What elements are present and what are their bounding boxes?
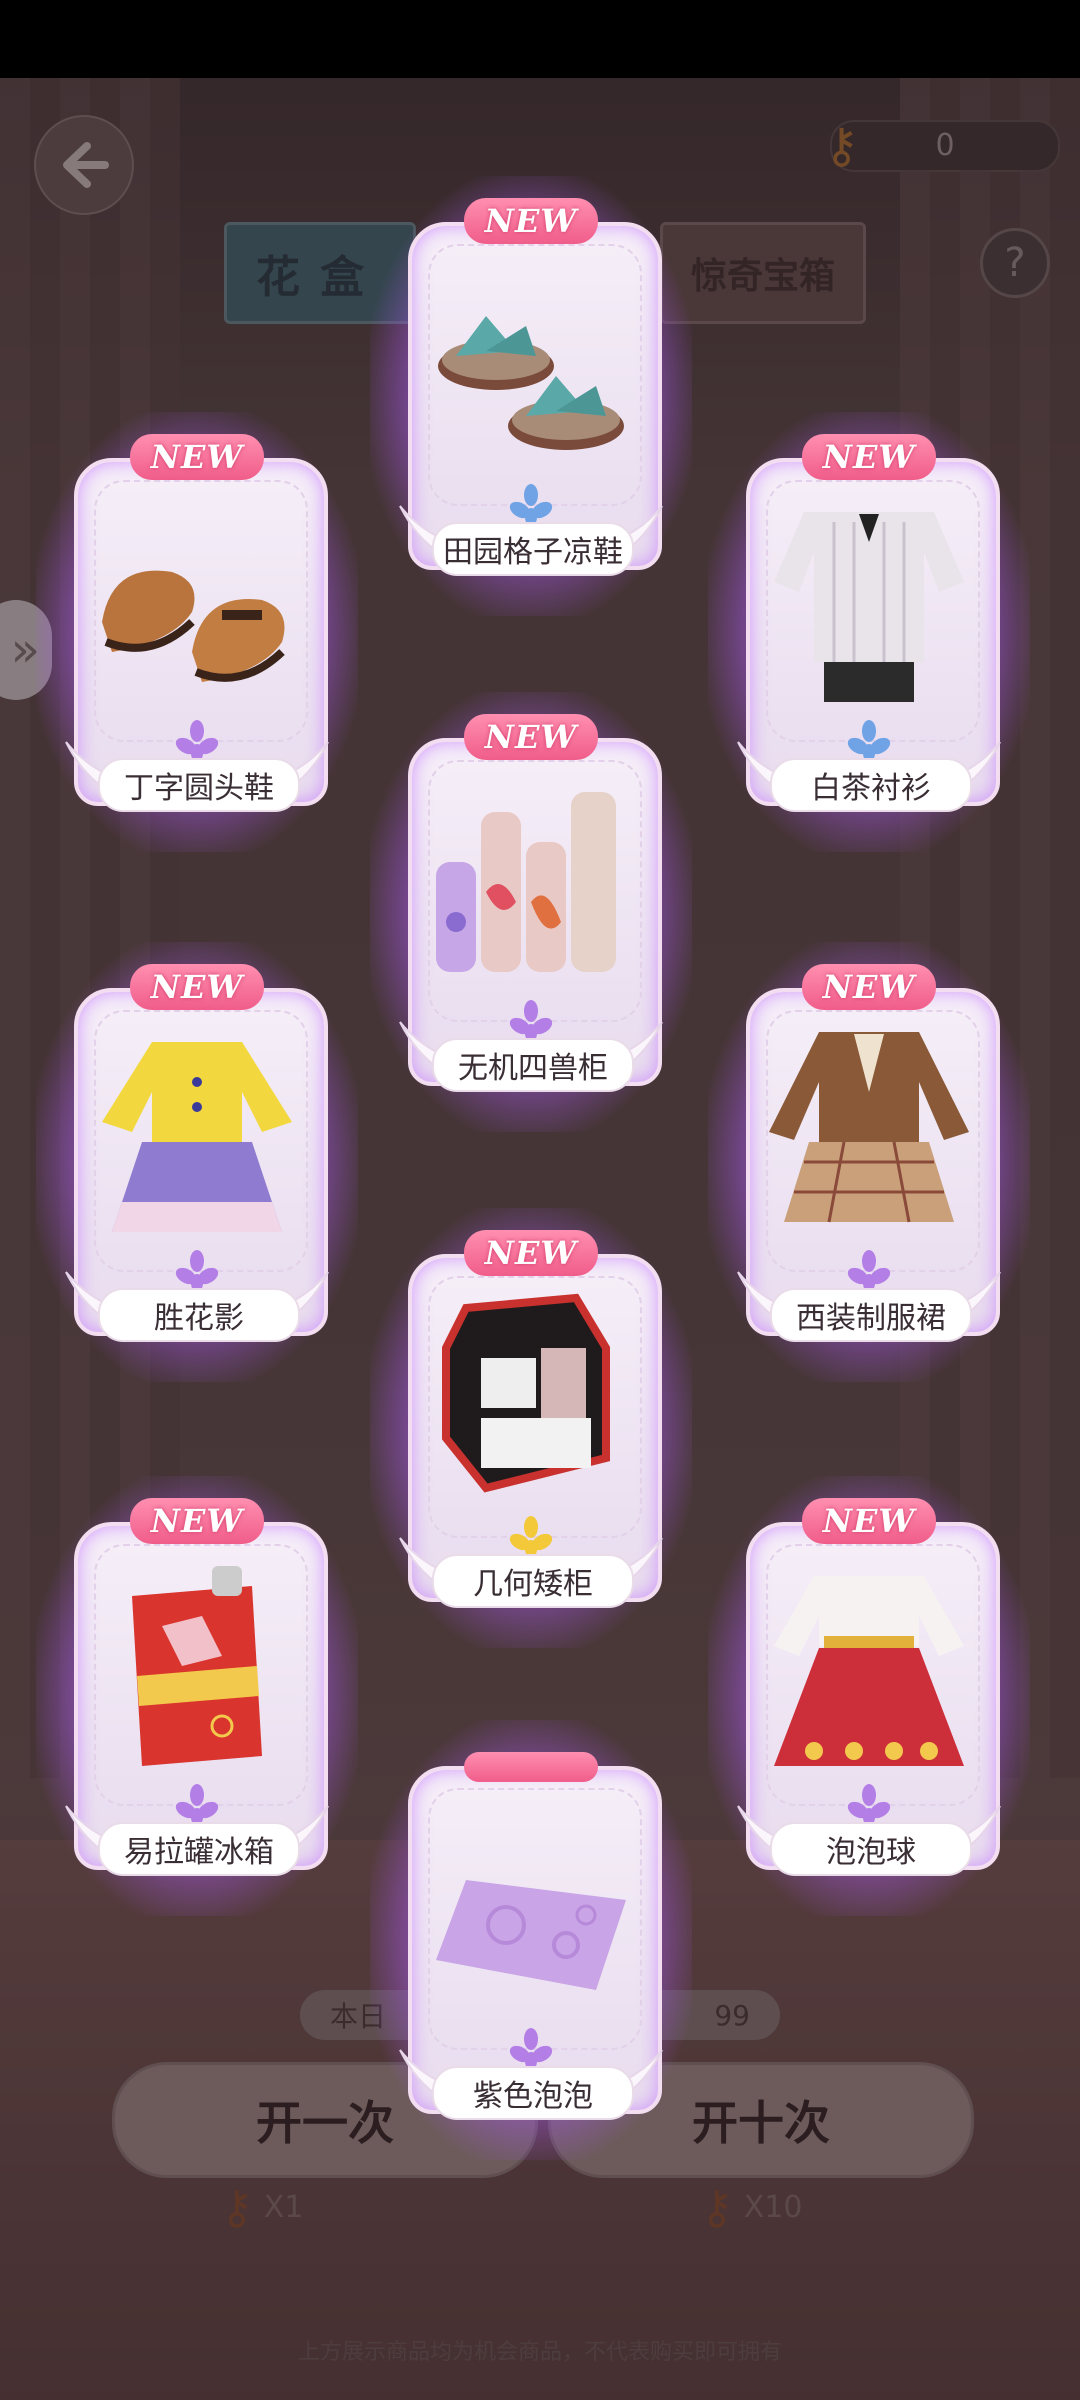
new-badge-text: NEW xyxy=(822,1502,916,1540)
new-badge-text: NEW xyxy=(150,438,244,476)
yellow-qipao-dress-art xyxy=(92,1022,302,1252)
reward-card-10[interactable]: 紫色泡泡 xyxy=(370,1720,692,2160)
reward-card-4[interactable]: 无机四兽柜 NEW xyxy=(370,692,692,1132)
item-name: 胜花影 xyxy=(98,1288,300,1342)
new-badge: NEW xyxy=(802,1498,936,1544)
status-bar xyxy=(0,0,1080,78)
reward-card-6[interactable]: 西装制服裙 NEW xyxy=(708,942,1030,1382)
reward-card-8[interactable]: 易拉罐冰箱 NEW xyxy=(36,1476,358,1916)
new-badge: NEW xyxy=(802,964,936,1010)
reward-card-9[interactable]: 泡泡球 NEW xyxy=(708,1476,1030,1916)
ribbon-bow-plain xyxy=(464,1742,598,1788)
item-name: 白茶衬衫 xyxy=(770,758,972,812)
geometric-cabinet-art xyxy=(426,1288,636,1518)
item-name: 易拉罐冰箱 xyxy=(98,1822,300,1876)
new-badge: NEW xyxy=(464,198,598,244)
item-name: 紫色泡泡 xyxy=(432,2066,634,2120)
new-badge-text: NEW xyxy=(150,968,244,1006)
reward-card-2[interactable]: 丁字圆头鞋 NEW xyxy=(36,412,358,852)
new-badge-text: NEW xyxy=(484,718,578,756)
new-badge: NEW xyxy=(130,964,264,1010)
item-name: 几何矮柜 xyxy=(432,1554,634,1608)
gingham-sandals-art xyxy=(426,256,636,486)
new-badge: NEW xyxy=(464,714,598,760)
reward-card-3[interactable]: 白茶衬衫 NEW xyxy=(708,412,1030,852)
ribbon-bow xyxy=(464,1752,598,1782)
blazer-plaid-skirt-art xyxy=(764,1022,974,1252)
new-badge: NEW xyxy=(130,434,264,480)
striped-shirt-shorts-art xyxy=(764,492,974,722)
purple-rug-art xyxy=(426,1800,636,2030)
item-name: 泡泡球 xyxy=(770,1822,972,1876)
reward-card-5[interactable]: 胜花影 NEW xyxy=(36,942,358,1382)
item-name: 西装制服裙 xyxy=(770,1288,972,1342)
item-name: 田园格子凉鞋 xyxy=(432,522,634,576)
new-badge: NEW xyxy=(464,1230,598,1276)
soda-can-fridge-art xyxy=(92,1556,302,1786)
four-cabinets-art xyxy=(426,772,636,1002)
reward-card-1[interactable]: 田园格子凉鞋 NEW xyxy=(370,176,692,616)
new-badge-text: NEW xyxy=(822,438,916,476)
red-duck-dress-art xyxy=(764,1556,974,1786)
new-badge: NEW xyxy=(130,1498,264,1544)
new-badge: NEW xyxy=(802,434,936,480)
item-name: 丁字圆头鞋 xyxy=(98,758,300,812)
new-badge-text: NEW xyxy=(150,1502,244,1540)
new-badge-text: NEW xyxy=(484,202,578,240)
new-badge-text: NEW xyxy=(822,968,916,1006)
item-name: 无机四兽柜 xyxy=(432,1038,634,1092)
brown-tstrap-shoes-art xyxy=(92,492,302,722)
reward-card-7[interactable]: 几何矮柜 NEW xyxy=(370,1208,692,1648)
new-badge-text: NEW xyxy=(484,1234,578,1272)
